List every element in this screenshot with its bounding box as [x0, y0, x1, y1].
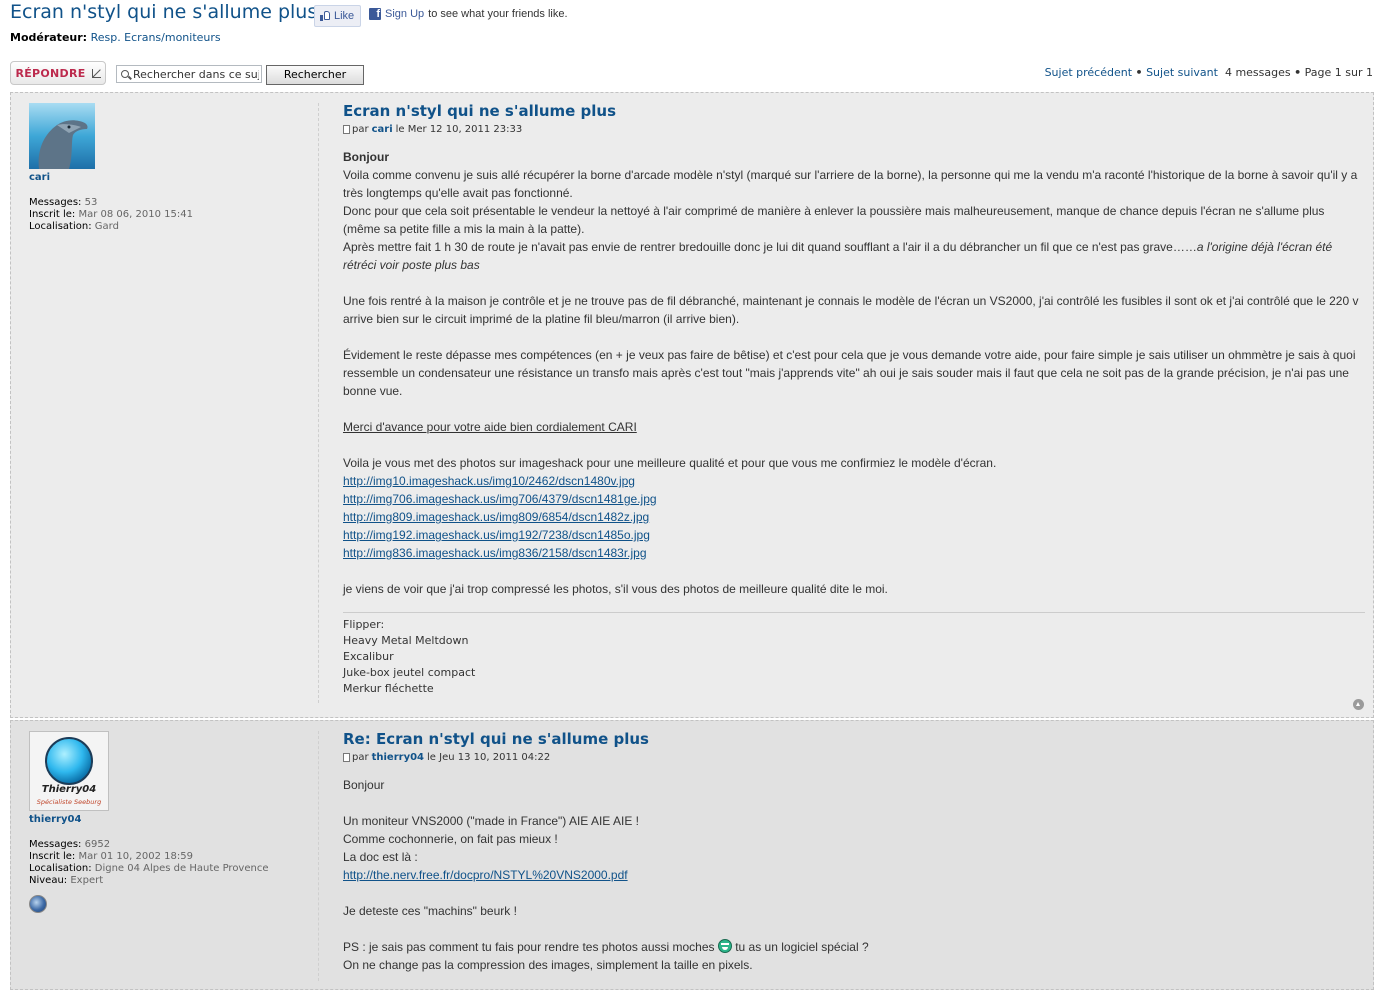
post-author-line: par cari le Mer 12 10, 2011 23:33 [343, 124, 1365, 135]
thanks-text: Merci d'avance pour votre aide bien cord… [343, 420, 637, 434]
post: Thierry04 Spécialiste Seeburg thierry04 … [10, 720, 1374, 990]
facebook-signup-text: to see what your friends like. [428, 8, 568, 20]
facebook-signup-line: f Sign Up to see what your friends like. [369, 8, 568, 20]
topic-pagination: Sujet précédent • Sujet suivant 4 messag… [1045, 66, 1373, 79]
profile-stat: Niveau: Expert [29, 875, 104, 886]
thumbs-up-icon [320, 11, 331, 21]
image-link[interactable]: http://img809.imageshack.us/img809/6854/… [343, 510, 649, 524]
post-body: Ecran n'styl qui ne s'allume plus par ca… [343, 102, 1365, 697]
reply-arrow-icon [91, 68, 101, 78]
topic-title[interactable]: Ecran n'styl qui ne s'allume plus [10, 1, 317, 23]
post-content: Bonjour Un moniteur VNS2000 ("made in Fr… [343, 778, 869, 972]
profile-stat: Inscrit le: Mar 01 10, 2002 18:59 [29, 851, 193, 862]
previous-topic-link[interactable]: Sujet précédent [1045, 66, 1132, 79]
post-content: Bonjour Voila comme convenu je suis allé… [343, 150, 1359, 596]
post-date: le Jeu 13 10, 2011 04:22 [427, 752, 551, 763]
post-profile: Thierry04 Spécialiste Seeburg thierry04 … [29, 731, 314, 917]
facebook-like-button[interactable]: Like [314, 5, 362, 27]
search-input[interactable] [133, 67, 259, 81]
post-icon [343, 753, 350, 762]
image-link[interactable]: http://img836.imageshack.us/img836/2158/… [343, 546, 647, 560]
svg-text:Spécialiste Seeburg: Spécialiste Seeburg [37, 798, 101, 806]
post-icon [343, 125, 350, 134]
post-author[interactable]: cari [372, 124, 393, 135]
separator: • [1294, 66, 1302, 79]
username[interactable]: cari [29, 172, 314, 183]
search-icon [121, 70, 129, 78]
signature: Flipper: Heavy Metal Meltdown Excalibur … [343, 612, 1365, 697]
facebook-icon: f [369, 8, 381, 20]
svg-text:Thierry04: Thierry04 [42, 784, 96, 795]
avatar[interactable]: Thierry04 Spécialiste Seeburg [29, 731, 109, 811]
avatar[interactable] [29, 103, 95, 169]
reply-button[interactable]: RÉPONDRE [10, 61, 106, 85]
post-date: le Mer 12 10, 2011 23:33 [395, 124, 523, 135]
post-profile: cari Messages: 53 Inscrit le: Mar 08 06,… [29, 103, 314, 233]
divider [318, 103, 319, 703]
profile-stat: Localisation: Digne 04 Alpes de Haute Pr… [29, 863, 269, 874]
separator: • [1135, 66, 1143, 79]
post-title[interactable]: Re: Ecran n'styl qui ne s'allume plus [343, 730, 1365, 748]
pdf-link[interactable]: http://the.nerv.free.fr/docpro/NSTYL%20V… [343, 868, 628, 882]
next-topic-link[interactable]: Sujet suivant [1146, 66, 1218, 79]
post-author[interactable]: thierry04 [372, 752, 424, 763]
divider [318, 731, 319, 981]
smiley-icon [717, 939, 732, 953]
profile-stat: Messages: 6952 [29, 839, 111, 850]
search-button[interactable]: Rechercher [266, 65, 364, 85]
image-link[interactable]: http://img706.imageshack.us/img706/4379/… [343, 492, 657, 506]
page-info: Page 1 sur 1 [1304, 66, 1373, 79]
profile-stat: Messages: 53 [29, 197, 98, 208]
post-title[interactable]: Ecran n'styl qui ne s'allume plus [343, 102, 1365, 120]
image-link[interactable]: http://img192.imageshack.us/img192/7238/… [343, 528, 650, 542]
post-body: Re: Ecran n'styl qui ne s'allume plus pa… [343, 730, 1365, 974]
moderator-label: Modérateur: [10, 31, 88, 44]
moderator-line: Modérateur: Resp. Ecrans/moniteurs [10, 31, 221, 44]
moderator-link[interactable]: Resp. Ecrans/moniteurs [91, 31, 221, 44]
like-label: Like [334, 10, 355, 22]
reply-label: RÉPONDRE [15, 66, 86, 80]
post: cari Messages: 53 Inscrit le: Mar 08 06,… [10, 92, 1374, 718]
post-author-line: par thierry04 le Jeu 13 10, 2011 04:22 [343, 752, 1365, 763]
search-box[interactable] [116, 65, 262, 83]
image-link[interactable]: http://img10.imageshack.us/img10/2462/ds… [343, 474, 635, 488]
website-icon[interactable] [29, 895, 47, 913]
facebook-signup-link[interactable]: Sign Up [385, 8, 424, 20]
messages-count: 4 messages [1224, 66, 1291, 79]
profile-stat: Inscrit le: Mar 08 06, 2010 15:41 [29, 209, 193, 220]
username[interactable]: thierry04 [29, 814, 314, 825]
profile-stat: Localisation: Gard [29, 221, 119, 232]
back-to-top-icon[interactable] [1353, 699, 1364, 710]
